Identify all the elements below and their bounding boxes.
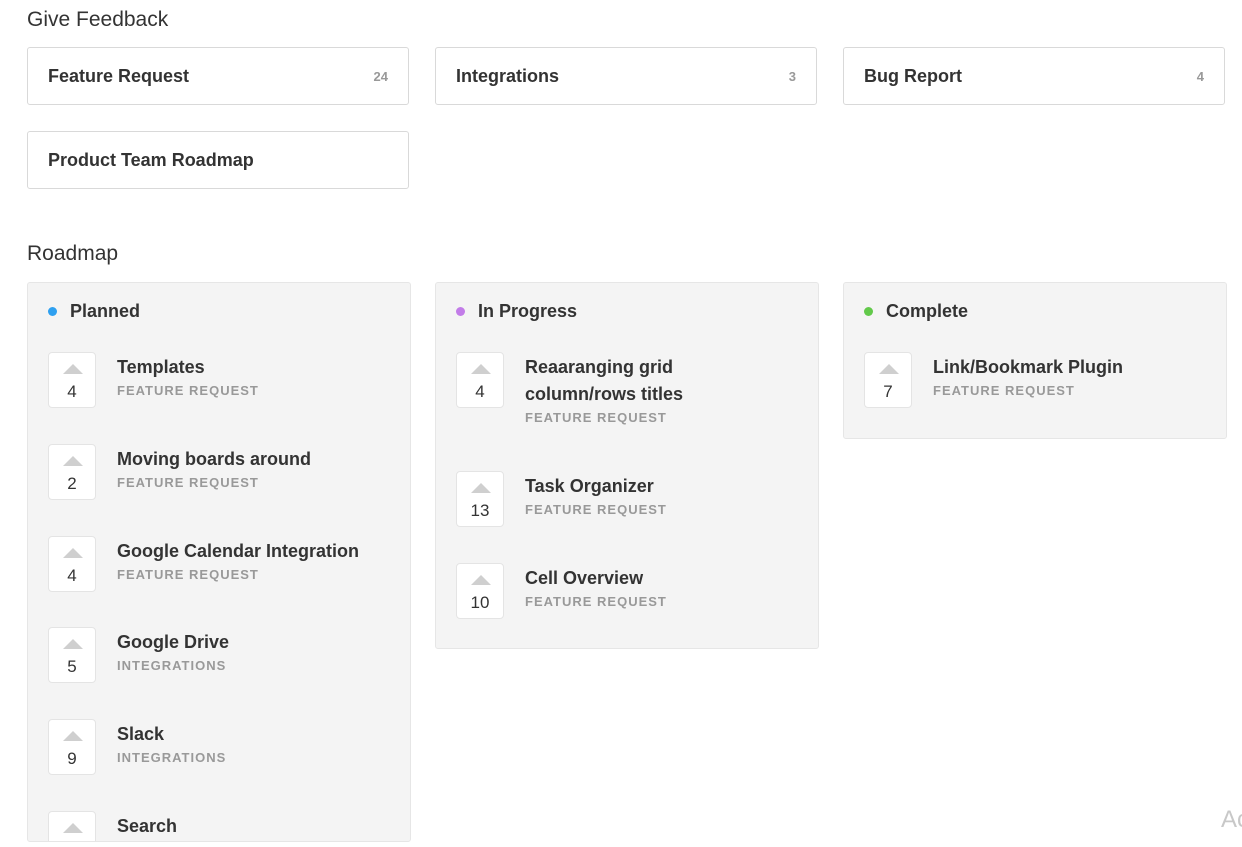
upvote-arrow-icon: [63, 639, 83, 649]
vote-count: 9: [67, 749, 77, 768]
upvote-arrow-icon: [63, 456, 83, 466]
post-title[interactable]: Reaaranging grid column/rows titles: [525, 354, 698, 408]
vote-count: 13: [470, 501, 490, 520]
board-name: Feature Request: [48, 65, 190, 86]
vote-count: 10: [470, 593, 490, 612]
vote-count: 4: [67, 566, 77, 585]
upvote-button[interactable]: 5: [48, 627, 96, 683]
upvote-button[interactable]: 4: [48, 352, 96, 408]
board-product-team-roadmap[interactable]: Product Team Roadmap: [27, 131, 409, 189]
post-board-label: FEATURE REQUEST: [117, 567, 259, 582]
post-title[interactable]: Google Calendar Integration: [117, 538, 400, 565]
upvote-arrow-icon: [63, 364, 83, 374]
post-title[interactable]: Cell Overview: [525, 565, 808, 592]
column-header: In Progress: [456, 301, 577, 322]
upvote-arrow-icon: [63, 823, 83, 833]
post-body: Reaaranging grid column/rows titles FEAT…: [525, 354, 698, 425]
vote-count: 5: [67, 657, 77, 676]
upvote-arrow-icon: [471, 483, 491, 493]
vote-count: 2: [67, 474, 77, 493]
post-board-label: FEATURE REQUEST: [525, 594, 667, 609]
corner-overlay-text: Ac: [1221, 806, 1242, 833]
status-dot-icon: [864, 307, 873, 316]
upvote-arrow-icon: [471, 575, 491, 585]
board-post-count: 4: [1196, 68, 1204, 84]
post-body: Task Organizer FEATURE REQUEST: [525, 473, 808, 517]
vote-count: 4: [475, 382, 485, 401]
board-bug-report[interactable]: Bug Report 4: [843, 47, 1225, 105]
vote-count: 7: [883, 382, 893, 401]
column-title: Complete: [886, 301, 969, 321]
upvote-button[interactable]: 9: [48, 719, 96, 775]
post-board-label: FEATURE REQUEST: [117, 475, 259, 490]
upvote-arrow-icon: [471, 364, 491, 374]
vote-count: 4: [67, 382, 77, 401]
roadmap-column-planned[interactable]: Planned 4 Templates FEATURE REQUEST 2 Mo…: [27, 282, 411, 842]
post-body: Slack INTEGRATIONS: [117, 721, 400, 765]
post-board-label: INTEGRATIONS: [117, 658, 227, 673]
status-dot-icon: [48, 307, 57, 316]
post-title[interactable]: Slack: [117, 721, 400, 748]
post-body: Google Drive INTEGRATIONS: [117, 629, 400, 673]
post-title[interactable]: Templates: [117, 354, 400, 381]
post-title[interactable]: Task Organizer: [525, 473, 808, 500]
board-post-count: 3: [788, 68, 796, 84]
upvote-button[interactable]: 4: [456, 352, 504, 408]
post-body: Cell Overview FEATURE REQUEST: [525, 565, 808, 609]
status-dot-icon: [456, 307, 465, 316]
board-feature-request[interactable]: Feature Request 24: [27, 47, 409, 105]
page: Give Feedback Feature Request 24 Integra…: [0, 0, 1242, 847]
upvote-button[interactable]: 13: [456, 471, 504, 527]
upvote-button[interactable]: 7: [864, 352, 912, 408]
roadmap-column-in-progress[interactable]: In Progress 4 Reaaranging grid column/ro…: [435, 282, 819, 649]
upvote-button[interactable]: 2: [48, 444, 96, 500]
upvote-button[interactable]: 4: [48, 536, 96, 592]
post-board-label: FEATURE REQUEST: [525, 502, 667, 517]
column-header: Complete: [864, 301, 968, 322]
post-board-label: FEATURE REQUEST: [117, 383, 259, 398]
post-title[interactable]: Link/Bookmark Plugin: [933, 354, 1216, 381]
post-body: Link/Bookmark Plugin FEATURE REQUEST: [933, 354, 1216, 398]
roadmap-column-complete[interactable]: Complete 7 Link/Bookmark Plugin FEATURE …: [843, 282, 1227, 439]
column-title: In Progress: [478, 301, 578, 321]
board-name: Bug Report: [864, 65, 962, 86]
column-header: Planned: [48, 301, 140, 322]
column-title: Planned: [70, 301, 141, 321]
post-title[interactable]: Search: [117, 813, 400, 840]
post-title[interactable]: Moving boards around: [117, 446, 400, 473]
post-body: Moving boards around FEATURE REQUEST: [117, 446, 400, 490]
post-title[interactable]: Google Drive: [117, 629, 400, 656]
post-board-label: INTEGRATIONS: [117, 750, 227, 765]
give-feedback-heading: Give Feedback: [27, 8, 169, 31]
post-board-label: FEATURE REQUEST: [933, 383, 1075, 398]
board-integrations[interactable]: Integrations 3: [435, 47, 817, 105]
post-body: Google Calendar Integration FEATURE REQU…: [117, 538, 400, 582]
upvote-arrow-icon: [63, 731, 83, 741]
post-board-label: FEATURE REQUEST: [525, 410, 667, 425]
upvote-button[interactable]: [48, 811, 96, 841]
upvote-arrow-icon: [879, 364, 899, 374]
post-body: Search: [117, 813, 400, 841]
board-post-count: 24: [373, 68, 388, 84]
upvote-arrow-icon: [63, 548, 83, 558]
upvote-button[interactable]: 10: [456, 563, 504, 619]
board-name: Product Team Roadmap: [48, 149, 254, 170]
post-body: Templates FEATURE REQUEST: [117, 354, 400, 398]
board-name: Integrations: [456, 65, 560, 86]
roadmap-heading: Roadmap: [27, 242, 119, 265]
